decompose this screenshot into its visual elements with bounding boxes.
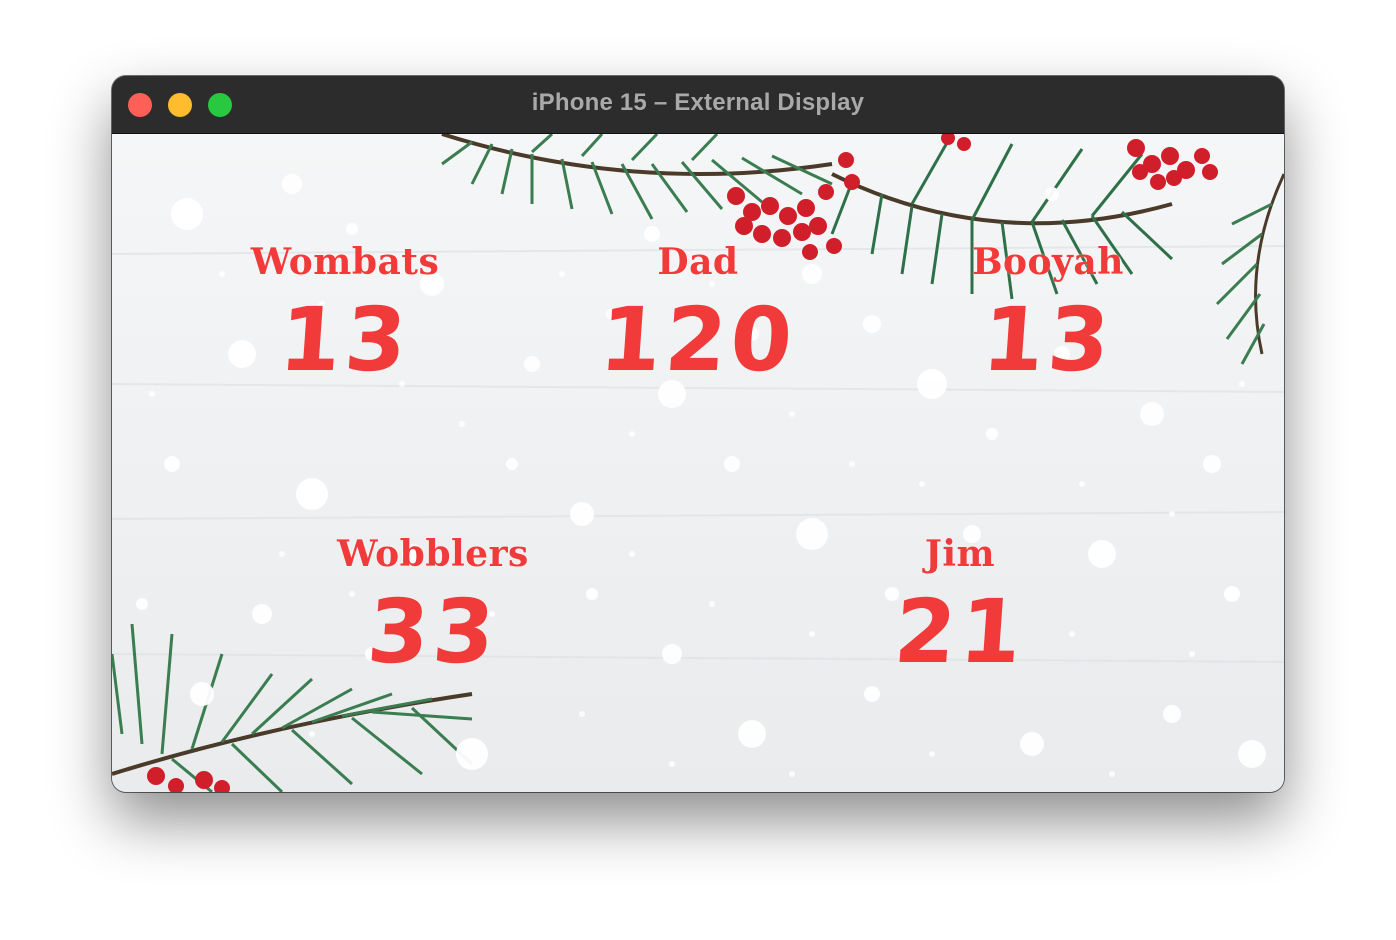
team-score: 120 [596,288,800,391]
team-name: Jim [924,533,996,575]
team-name: Wombats [250,241,440,283]
team-card-wobblers: Wobblers 33 [273,533,593,683]
christmas-background [112,134,1284,792]
simulator-window: iPhone 15 – External Display Wombats 13 … [112,76,1284,792]
team-score: 13 [276,288,414,391]
team-score: 33 [364,580,502,683]
title-bar[interactable]: iPhone 15 – External Display [112,76,1284,134]
team-name: Wobblers [337,533,529,575]
team-card-dad: Dad 120 [538,241,858,391]
external-display: Wombats 13 Dad 120 Booyah 13 Wobblers 33… [112,134,1284,792]
team-card-wombats: Wombats 13 [185,241,505,391]
team-card-booyah: Booyah 13 [888,241,1208,391]
window-title: iPhone 15 – External Display [531,89,865,116]
team-card-jim: Jim 21 [800,533,1120,683]
team-score: 13 [979,288,1117,391]
team-name: Booyah [972,241,1124,283]
team-name: Dad [657,241,739,283]
team-score: 21 [891,580,1029,683]
